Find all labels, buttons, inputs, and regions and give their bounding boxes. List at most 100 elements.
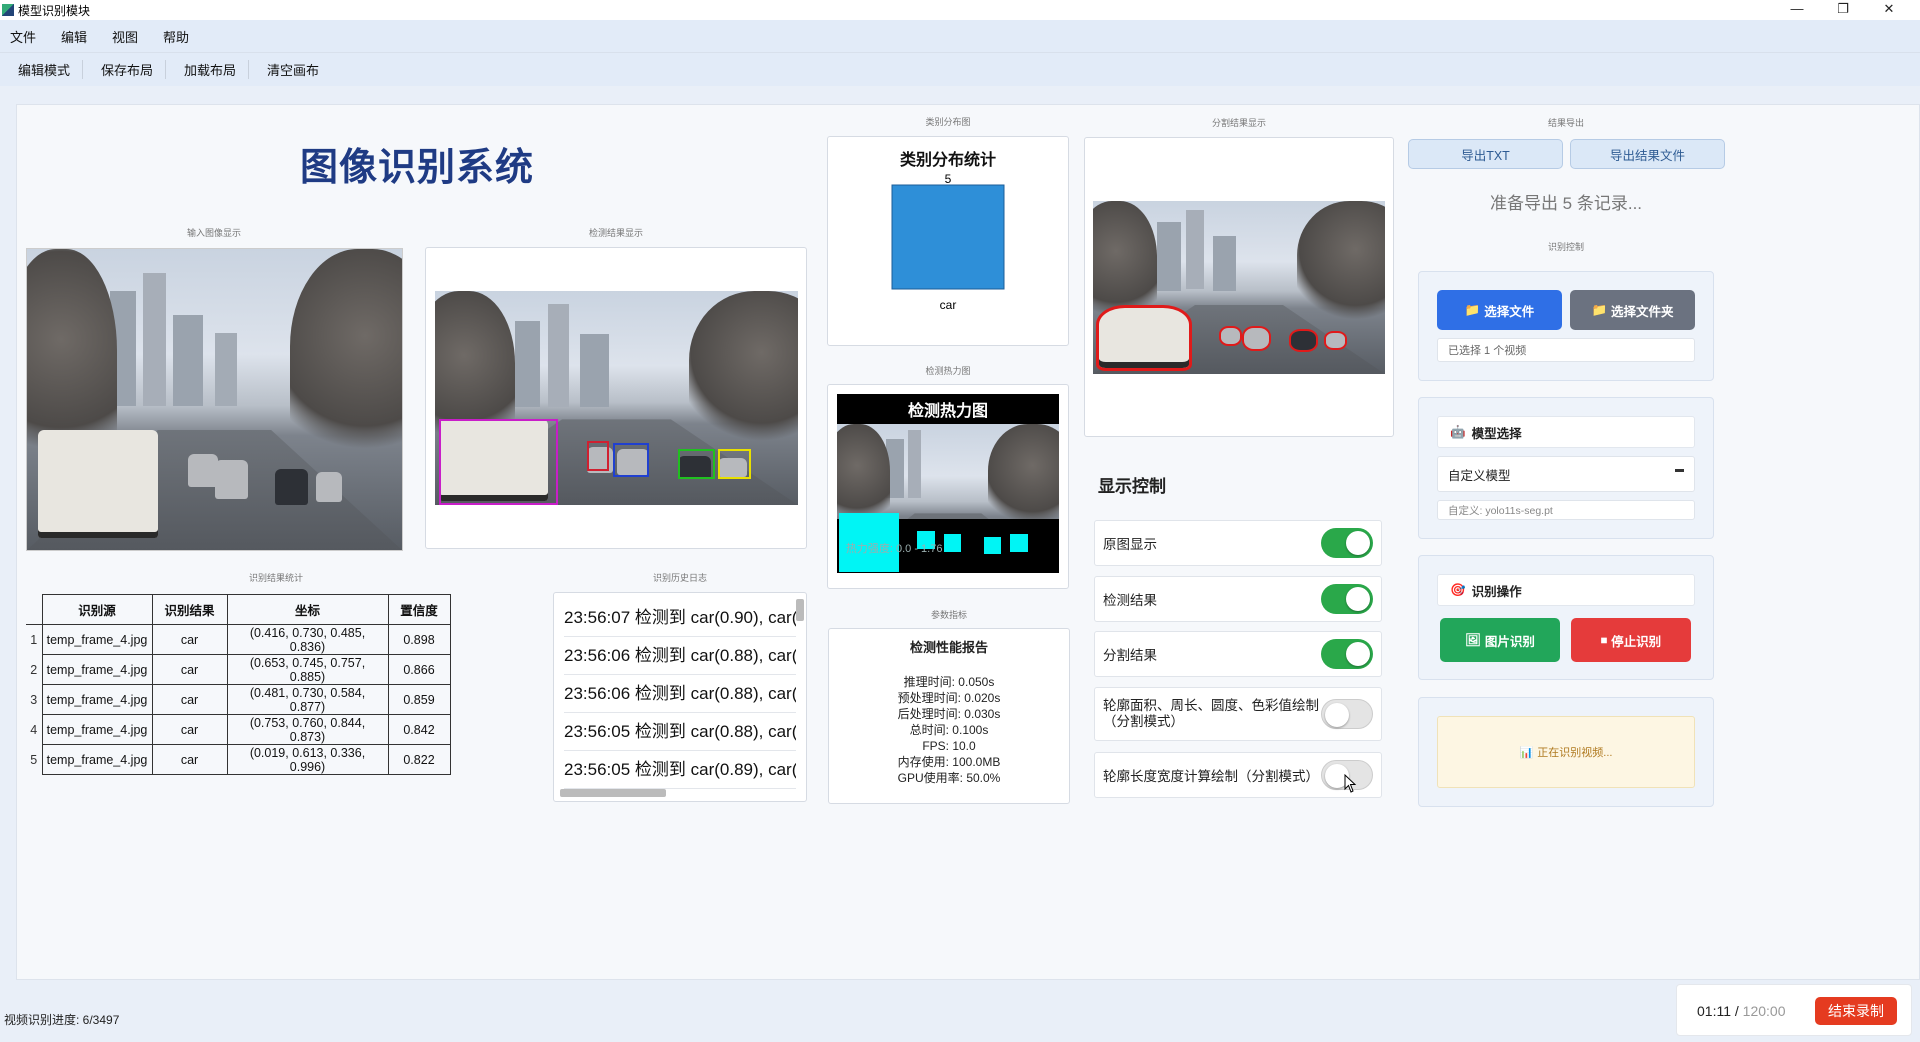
toggle-label: 检测结果 <box>1103 593 1157 608</box>
detect-panel <box>425 247 807 549</box>
save-layout-button[interactable]: 保存布局 <box>101 60 167 79</box>
chart-title: 类别分布统计 <box>900 150 996 169</box>
log-entry: 23:56:06 检测到 car(0.88), car( <box>564 675 796 713</box>
load-layout-button[interactable]: 加载布局 <box>184 60 250 79</box>
clear-canvas-button[interactable]: 清空画布 <box>267 60 331 79</box>
cell-confidence[interactable]: 0.822 <box>387 744 451 775</box>
detect-image <box>435 291 798 505</box>
robot-icon: 🤖 <box>1450 424 1466 439</box>
stop-detect-button[interactable]: ⏹ 停止识别 <box>1571 618 1691 662</box>
menu-view[interactable]: 视图 <box>112 27 138 46</box>
perf-title: 检测性能报告 <box>909 640 988 655</box>
toggle-detect[interactable] <box>1321 584 1373 614</box>
select-folder-label: 选择文件夹 <box>1611 304 1674 319</box>
model-head: 🤖 模型选择 <box>1437 416 1695 448</box>
toggle-label: 轮廓面积、周长、圆度、色彩值绘制 （分割模式） <box>1103 698 1319 729</box>
log-hscrollbar[interactable] <box>560 789 666 797</box>
minimize-button[interactable]: — <box>1774 0 1820 18</box>
cell-confidence[interactable]: 0.859 <box>387 684 451 715</box>
detect-caption: 检测结果显示 <box>588 228 643 238</box>
cell-result[interactable]: car <box>151 744 228 775</box>
custom-model-field[interactable]: 自定义: yolo11s-seg.pt <box>1437 500 1695 520</box>
cell-result[interactable]: car <box>151 684 228 715</box>
model-select[interactable]: 自定义模型 <box>1437 456 1695 492</box>
toggle-seg[interactable] <box>1321 639 1373 669</box>
cell-coord[interactable]: (0.416, 0.730, 0.485, 0.836) <box>226 624 389 655</box>
log-vscrollbar[interactable] <box>796 599 804 621</box>
cell-result[interactable]: car <box>151 624 228 655</box>
cell-confidence[interactable]: 0.866 <box>387 654 451 685</box>
select-file-label: 选择文件 <box>1484 304 1535 319</box>
cell-source[interactable]: temp_frame_4.jpg <box>41 654 153 685</box>
cell-coord[interactable]: (0.481, 0.730, 0.584, 0.877) <box>226 684 389 715</box>
history-caption: 识别历史日志 <box>652 573 707 583</box>
perf-line: GPU使用率: 50.0% <box>897 771 1001 785</box>
toolbar: 编辑模式 保存布局 加载布局 清空画布 <box>0 52 1920 86</box>
cell-coord[interactable]: (0.653, 0.745, 0.757, 0.885) <box>226 654 389 685</box>
record-separator: / <box>1731 1003 1743 1019</box>
mouse-cursor-icon <box>1344 774 1357 793</box>
stop-detect-label: 停止识别 <box>1611 634 1662 649</box>
control-caption: 识别控制 <box>1547 242 1584 252</box>
image-detect-button[interactable]: 🖼 图片识别 <box>1440 618 1560 662</box>
menu-help[interactable]: 帮助 <box>163 27 189 46</box>
col-coord[interactable]: 坐标 <box>226 594 389 625</box>
toggle-contour-area[interactable] <box>1321 699 1373 729</box>
input-image <box>26 248 403 551</box>
toggle-row-contour-length: 轮廓长度宽度计算绘制（分割模式） <box>1094 752 1382 798</box>
export-caption: 结果导出 <box>1547 118 1584 128</box>
heat-blob <box>983 537 1002 554</box>
log-entry: 23:56:07 检测到 car(0.90), car( <box>564 599 796 637</box>
table-row[interactable]: 2 temp_frame_4.jpg car (0.653, 0.745, 0.757… <box>26 654 451 685</box>
folder-icon: 📁 <box>1464 302 1481 317</box>
toggle-original[interactable] <box>1321 528 1373 558</box>
export-txt-button[interactable]: 导出TXT <box>1408 139 1563 169</box>
cell-coord[interactable]: (0.019, 0.613, 0.336, 0.996) <box>226 744 389 775</box>
cell-source[interactable]: temp_frame_4.jpg <box>41 714 153 745</box>
cell-source[interactable]: temp_frame_4.jpg <box>41 744 153 775</box>
export-file-button[interactable]: 导出结果文件 <box>1570 139 1725 169</box>
history-log[interactable]: 23:56:07 检测到 car(0.90), car( 23:56:06 检测… <box>553 592 807 802</box>
selected-files-field[interactable]: 已选择 1 个视频 <box>1437 338 1695 362</box>
col-result[interactable]: 识别结果 <box>151 594 228 625</box>
maximize-button[interactable]: ❐ <box>1820 0 1866 18</box>
category-tick-label: car <box>940 298 957 312</box>
seg-mask <box>1288 329 1318 352</box>
stop-recording-button[interactable]: 结束录制 <box>1815 997 1897 1025</box>
bar-value-label: 5 <box>945 172 952 186</box>
row-index: 3 <box>30 692 38 707</box>
cell-coord[interactable]: (0.753, 0.760, 0.844, 0.873) <box>226 714 389 745</box>
table-row[interactable]: 1 temp_frame_4.jpg car (0.416, 0.730, 0.485… <box>26 624 451 655</box>
folder-icon: 📁 <box>1591 302 1608 317</box>
table-row[interactable]: 3 temp_frame_4.jpg car (0.481, 0.730, 0.584… <box>26 684 451 715</box>
menu-edit[interactable]: 编辑 <box>61 27 87 46</box>
category-chart-panel: 类别分布统计 5 car <box>827 136 1069 346</box>
seg-caption: 分割结果显示 <box>1211 118 1266 128</box>
col-confidence[interactable]: 置信度 <box>387 594 451 625</box>
edit-mode-button[interactable]: 编辑模式 <box>18 60 84 79</box>
toggle-row-original: 原图显示 <box>1094 520 1382 566</box>
bar-car <box>891 184 1005 290</box>
cell-confidence[interactable]: 0.898 <box>387 624 451 655</box>
seg-panel <box>1084 137 1394 437</box>
cell-result[interactable]: car <box>151 654 228 685</box>
close-button[interactable]: ✕ <box>1866 0 1912 18</box>
dropdown-icon <box>1675 469 1684 472</box>
select-file-button[interactable]: 📁 选择文件 <box>1437 290 1562 330</box>
window-title: 模型识别模块 <box>18 3 91 18</box>
menu-file[interactable]: 文件 <box>10 27 36 46</box>
cell-source[interactable]: temp_frame_4.jpg <box>41 624 153 655</box>
toggle-label: 分割结果 <box>1103 648 1157 663</box>
perf-line: 总时间: 0.100s <box>909 723 989 737</box>
cell-source[interactable]: temp_frame_4.jpg <box>41 684 153 715</box>
perf-line: 预处理时间: 0.020s <box>897 691 1001 705</box>
cell-confidence[interactable]: 0.842 <box>387 714 451 745</box>
col-source[interactable]: 识别源 <box>41 594 153 625</box>
cell-result[interactable]: car <box>151 714 228 745</box>
table-row[interactable]: 5 temp_frame_4.jpg car (0.019, 0.613, 0.336… <box>26 744 451 775</box>
status-message-box: 📊 正在识别视频... <box>1437 716 1695 788</box>
select-folder-button[interactable]: 📁 选择文件夹 <box>1570 290 1695 330</box>
toggle-label: 原图显示 <box>1103 537 1157 552</box>
perf-line: FPS: 10.0 <box>922 739 976 753</box>
table-row[interactable]: 4 temp_frame_4.jpg car (0.753, 0.760, 0.844… <box>26 714 451 745</box>
